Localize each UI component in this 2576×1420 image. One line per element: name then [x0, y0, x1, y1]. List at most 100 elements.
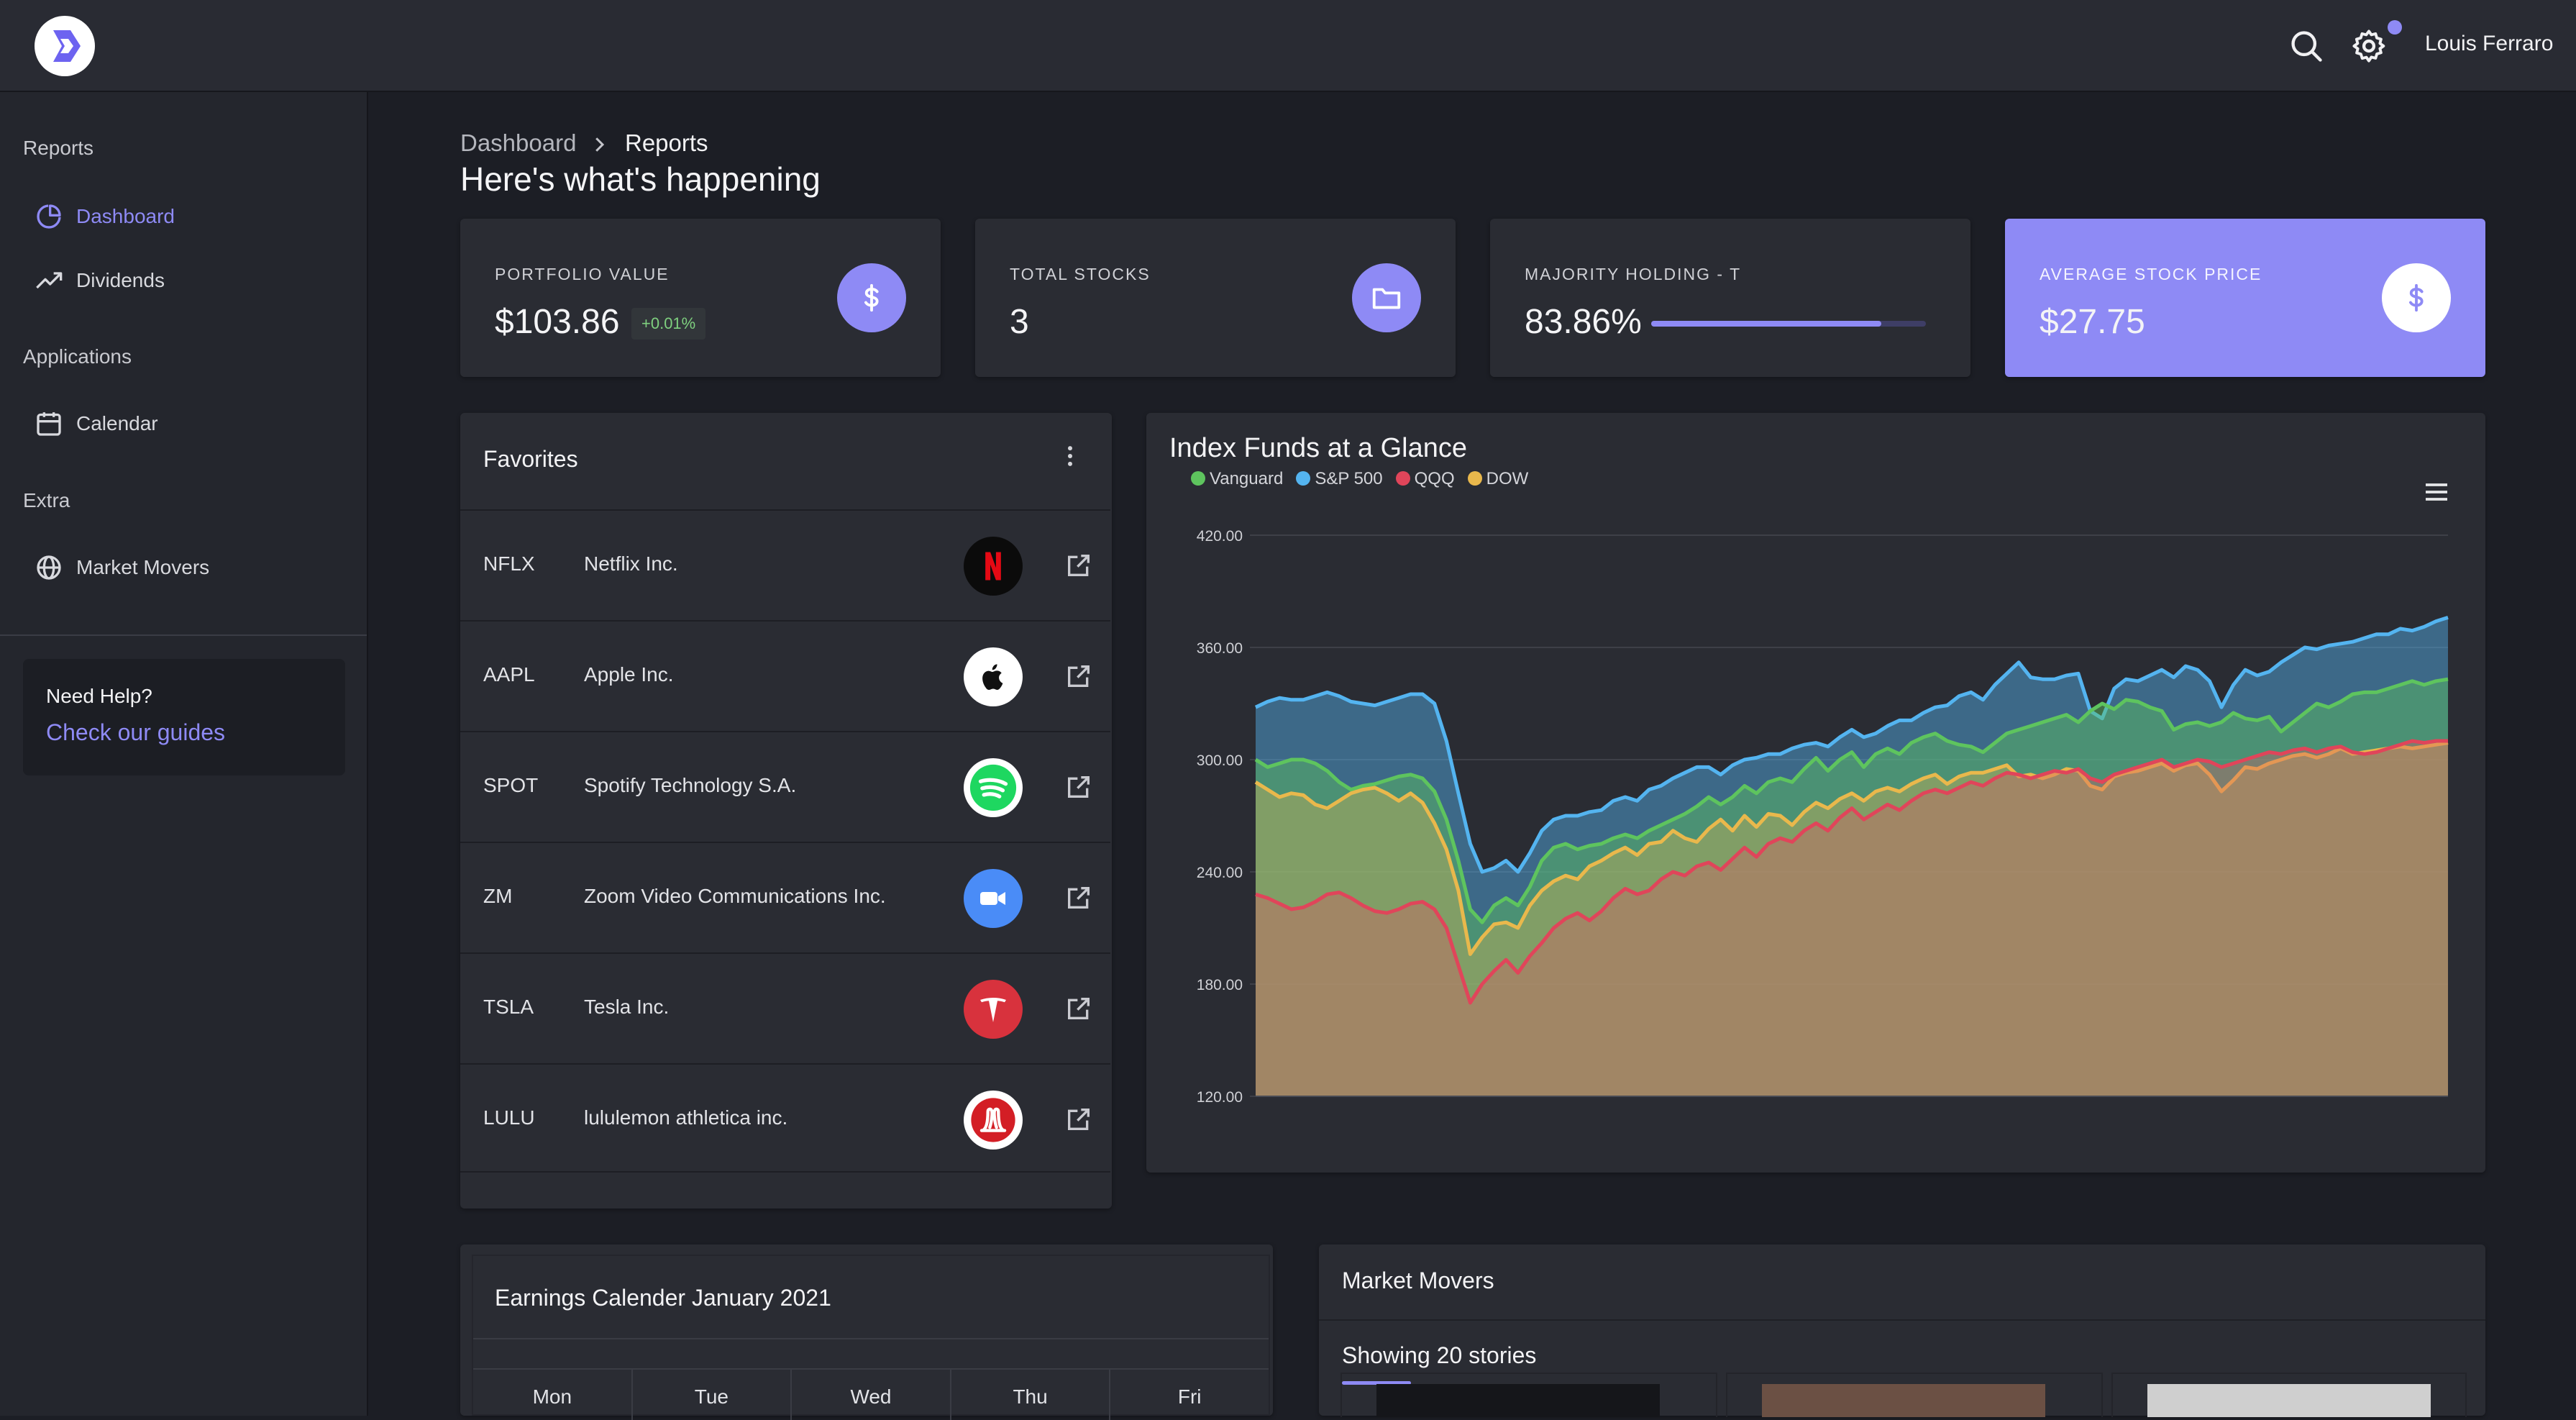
weekday-tue: Tue [631, 1370, 791, 1420]
page-title: Here's what's happening [460, 160, 821, 198]
user-name[interactable]: Louis Ferraro [2425, 32, 2553, 56]
external-link-icon[interactable] [1064, 662, 1093, 691]
y-tick-label: 300.00 [1197, 752, 1243, 769]
sidebar-item-label: Dividends [76, 269, 165, 291]
stock-name: Zoom Video Communications Inc. [584, 885, 886, 907]
stock-symbol: ZM [483, 885, 513, 907]
stock-name: lululemon athletica inc. [584, 1106, 788, 1129]
tab-showing-stories[interactable]: Showing 20 stories [1342, 1342, 1536, 1369]
spotify-logo-icon [964, 758, 1023, 817]
sidebar-item-label: Calendar [76, 412, 158, 434]
breadcrumb-root[interactable]: Dashboard [460, 129, 576, 157]
stock-name: Tesla Inc. [584, 996, 670, 1018]
gear-icon[interactable] [2350, 27, 2388, 65]
stat-value: $103.86 [495, 303, 620, 341]
sidebar-section-extra: Extra [23, 489, 70, 511]
apple-logo-icon [964, 647, 1023, 706]
lululemon-logo-icon [964, 1091, 1023, 1150]
stock-name: Netflix Inc. [584, 552, 678, 575]
help-title: Need Help? [46, 685, 152, 707]
weekday-mon: Mon [532, 1385, 572, 1408]
external-link-icon[interactable] [1064, 994, 1093, 1023]
y-tick-label: 420.00 [1197, 528, 1243, 545]
weekday-thu: Thu [949, 1370, 1110, 1420]
external-link-icon[interactable] [1064, 551, 1093, 580]
stock-symbol: SPOT [483, 774, 539, 796]
calendar-divider [473, 1338, 1269, 1339]
holding-progress-fill [1651, 321, 1882, 327]
app-logo[interactable] [35, 16, 95, 76]
globe-icon [37, 555, 61, 580]
y-tick-label: 120.00 [1197, 1089, 1243, 1106]
favorites-title: Favorites [483, 446, 578, 472]
holding-progress-bar [1651, 321, 1926, 327]
sidebar-divider [0, 634, 367, 636]
chevron-right-icon [595, 137, 605, 152]
sidebar-section-reports: Reports [23, 137, 94, 159]
favorite-row-zm[interactable]: ZM Zoom Video Communications Inc. [460, 842, 1110, 951]
external-link-icon[interactable] [1064, 773, 1093, 801]
stat-icon-circle [837, 263, 906, 332]
external-link-icon[interactable] [1064, 883, 1093, 912]
stock-name: Spotify Technology S.A. [584, 774, 797, 796]
stat-card-average-price: AVERAGE STOCK PRICE $27.75 [2005, 219, 2485, 377]
favorite-row-lulu[interactable]: LULU lululemon athletica inc. [460, 1063, 1110, 1173]
sidebar-item-dashboard[interactable]: Dashboard [35, 195, 351, 238]
stat-card-total-stocks: TOTAL STOCKS 3 [975, 219, 1456, 377]
y-tick-label: 240.00 [1197, 865, 1243, 881]
zoom-logo-icon [964, 869, 1023, 928]
sidebar-item-calendar[interactable]: Calendar [35, 402, 351, 445]
stat-value: $27.75 [2040, 303, 2145, 341]
stat-icon-circle [2382, 263, 2451, 332]
sidebar: Reports Dashboard Dividends Applications… [0, 92, 368, 1416]
guides-link[interactable]: Check our guides [46, 719, 225, 746]
favorite-row-aapl[interactable]: AAPL Apple Inc. [460, 620, 1110, 729]
sidebar-section-applications: Applications [23, 345, 132, 368]
external-link-icon[interactable] [1064, 1105, 1093, 1134]
market-movers-title: Market Movers [1342, 1267, 1494, 1293]
sidebar-item-dividends[interactable]: Dividends [35, 259, 351, 302]
search-icon[interactable] [2288, 27, 2325, 65]
stat-label: TOTAL STOCKS [1010, 265, 1151, 283]
story-thumbnail [1376, 1384, 1660, 1417]
top-bar: Louis Ferraro [0, 0, 2576, 92]
breadcrumb-current: Reports [625, 129, 708, 156]
story-card[interactable] [1726, 1373, 2103, 1417]
stock-symbol: NFLX [483, 552, 535, 575]
favorite-row-tsla[interactable]: TSLA Tesla Inc. [460, 952, 1110, 1062]
y-tick-label: 180.00 [1197, 977, 1243, 993]
stock-symbol: TSLA [483, 996, 534, 1018]
logo-icon [53, 30, 81, 62]
dollar-icon [864, 283, 879, 312]
stat-value: 3 [1010, 303, 1029, 341]
folder-icon [1372, 288, 1401, 309]
stat-card-portfolio-value: PORTFOLIO VALUE $103.86 +0.01% [460, 219, 941, 377]
favorite-row-nflx[interactable]: NFLX Netflix Inc. [460, 509, 1110, 619]
calendar-weekday-header: Mon Tue Wed Thu Fri [473, 1368, 1269, 1420]
change-badge: +0.01% [631, 308, 706, 340]
story-card[interactable] [1340, 1373, 1717, 1417]
market-movers-card: Market Movers Showing 20 stories [1319, 1244, 2485, 1417]
stock-symbol: AAPL [483, 663, 535, 686]
y-tick-label: 360.00 [1197, 640, 1243, 657]
stat-card-majority-holding: MAJORITY HOLDING - T 83.86% [1490, 219, 1970, 377]
trending-up-icon [36, 272, 63, 289]
story-card[interactable] [2111, 1373, 2467, 1417]
stat-value: 83.86% [1525, 303, 1642, 341]
notification-dot [2388, 20, 2402, 35]
more-vertical-icon[interactable] [1056, 442, 1084, 470]
weekday-wed: Wed [790, 1370, 950, 1420]
stat-label: AVERAGE STOCK PRICE [2040, 265, 2262, 283]
favorites-card: Favorites NFLX Netflix Inc. AAPL Apple I… [460, 413, 1112, 1209]
favorite-row-spot[interactable]: SPOT Spotify Technology S.A. [460, 731, 1110, 840]
story-thumbnail [1762, 1384, 2045, 1417]
weekday-fri: Fri [1109, 1370, 1269, 1420]
pie-chart-icon [37, 204, 61, 229]
sidebar-item-label: Dashboard [76, 205, 175, 227]
sidebar-item-market-movers[interactable]: Market Movers [35, 546, 351, 589]
stat-label: PORTFOLIO VALUE [495, 265, 670, 283]
calendar-icon [37, 412, 61, 436]
chart-plot: 420.00 360.00 300.00 240.00 180.00 120.00 [1197, 528, 2449, 1106]
calendar-title: Earnings Calender January 2021 [495, 1285, 831, 1311]
earnings-calendar-card: Earnings Calender January 2021 Mon Tue W… [460, 1244, 1273, 1420]
